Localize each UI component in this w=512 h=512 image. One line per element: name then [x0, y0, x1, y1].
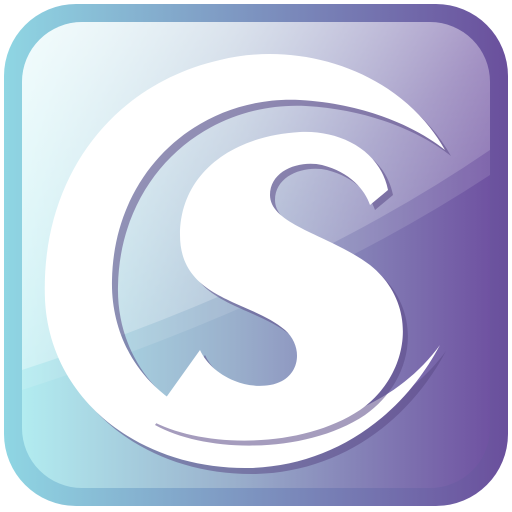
cs-logo-app-icon	[0, 0, 512, 512]
cs-logo-icon	[4, 4, 508, 506]
